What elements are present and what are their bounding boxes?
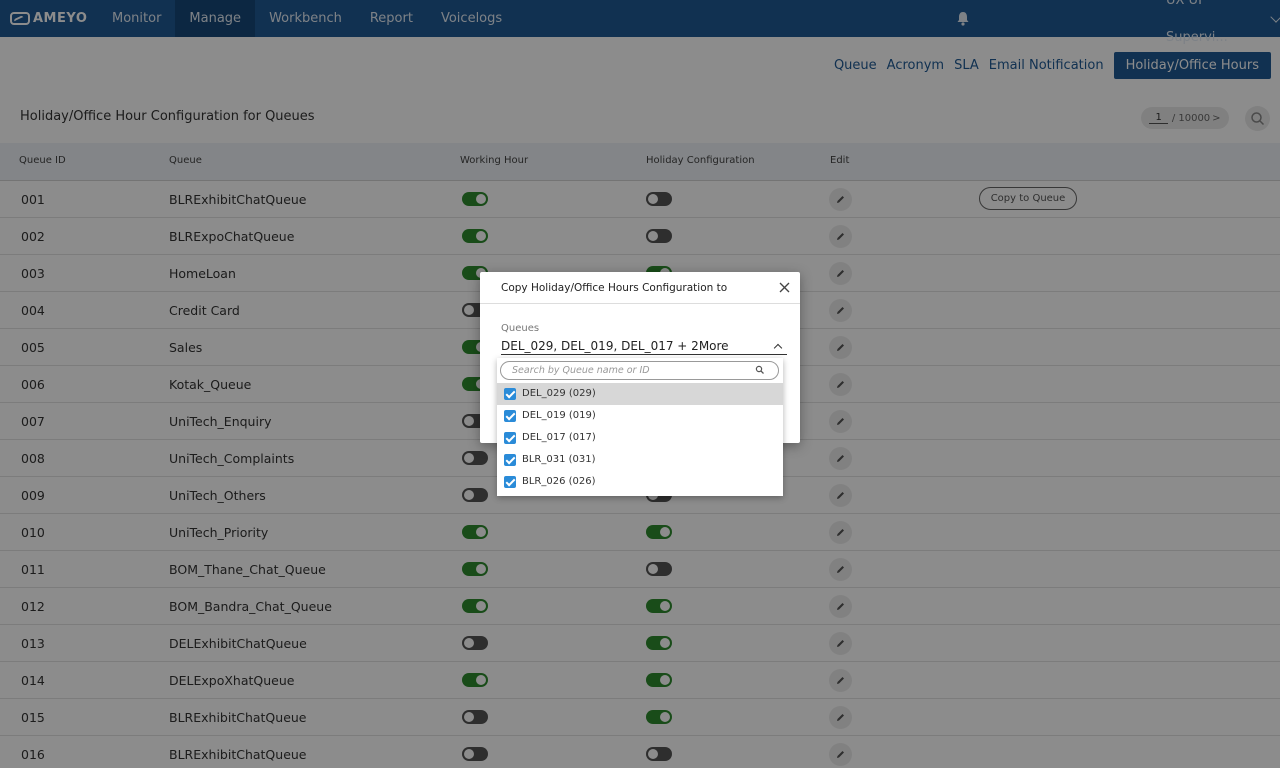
search-icon	[755, 365, 764, 374]
queue-search-input[interactable]: Search by Queue name or ID	[500, 361, 779, 380]
queue-option[interactable]: DEL_019 (019)	[497, 405, 783, 427]
queues-field-label: Queues	[501, 323, 540, 334]
queue-option-label: DEL_029 (029)	[522, 388, 596, 399]
dialog-divider	[480, 303, 800, 304]
checkbox-checked-icon[interactable]	[504, 476, 516, 488]
queue-option[interactable]: BLR_026 (026)	[497, 471, 783, 493]
dialog-title: Copy Holiday/Office Hours Configuration …	[501, 282, 728, 294]
queues-select[interactable]: DEL_029, DEL_019, DEL_017 + 2More	[501, 339, 787, 355]
checkbox-checked-icon[interactable]	[504, 388, 516, 400]
checkbox-checked-icon[interactable]	[504, 410, 516, 422]
queues-dropdown: Search by Queue name or ID DEL_029 (029)…	[497, 358, 783, 496]
close-icon[interactable]	[779, 282, 790, 293]
queue-option[interactable]: DEL_017 (017)	[497, 427, 783, 449]
queue-option-label: DEL_019 (019)	[522, 410, 596, 421]
queue-option[interactable]: DEL_029 (029)	[497, 383, 783, 405]
checkbox-checked-icon[interactable]	[504, 432, 516, 444]
queue-option-label: DEL_017 (017)	[522, 432, 596, 443]
queue-option-label: BLR_031 (031)	[522, 454, 596, 465]
queue-option[interactable]: BLR_031 (031)	[497, 449, 783, 471]
checkbox-checked-icon[interactable]	[504, 454, 516, 466]
queue-option-label: BLR_026 (026)	[522, 476, 596, 487]
